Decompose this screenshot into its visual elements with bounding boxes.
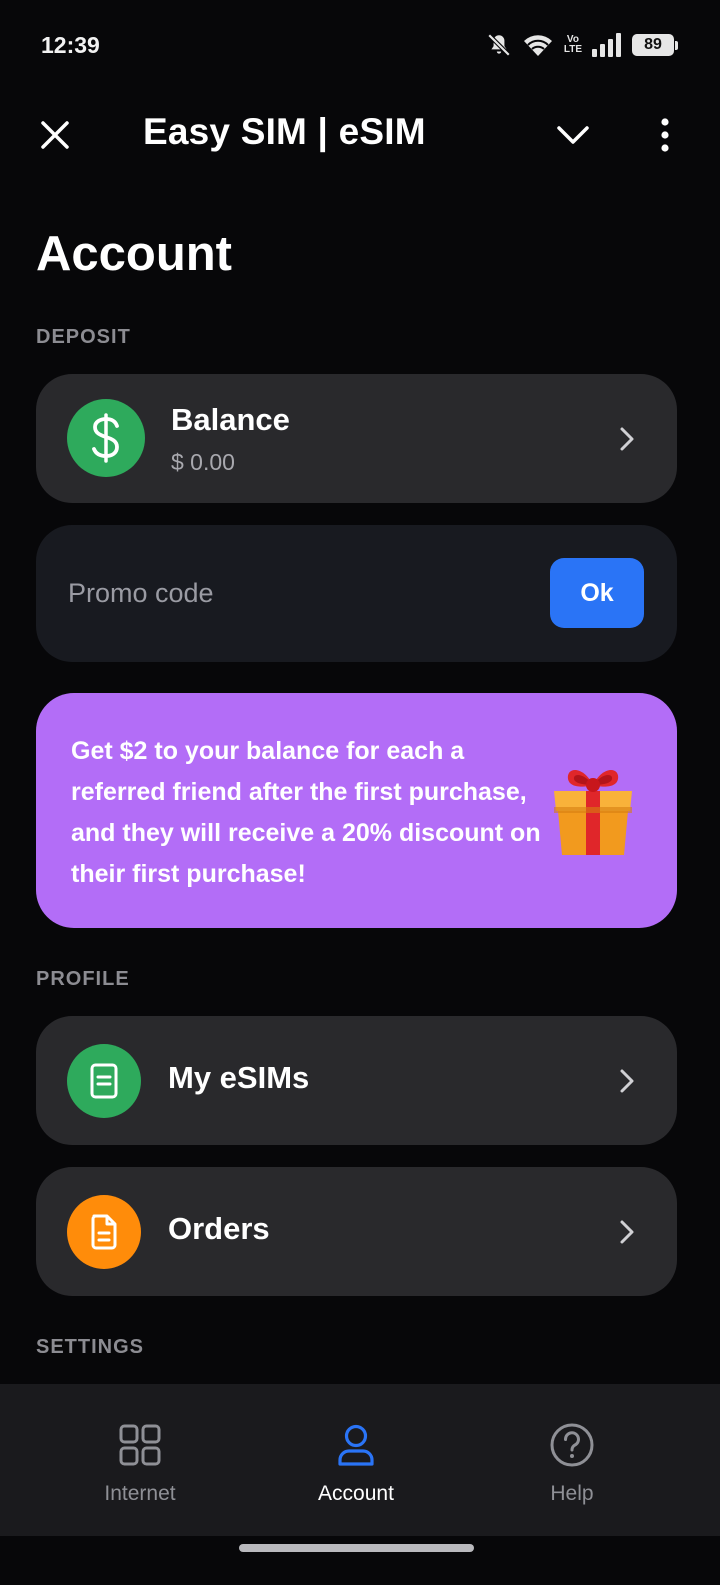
gift-icon (554, 769, 632, 855)
nav-internet[interactable]: Internet (40, 1384, 240, 1536)
dollar-icon (92, 413, 119, 463)
status-icons: Vo LTE 89 (486, 30, 678, 60)
document-icon (91, 1214, 117, 1250)
promo-ok-button[interactable]: Ok (550, 558, 644, 628)
help-circle-icon (549, 1422, 595, 1468)
bell-off-icon (487, 33, 511, 57)
sim-card-icon (90, 1063, 118, 1099)
my-esims-row[interactable]: My eSIMs (36, 1016, 677, 1145)
settings-section-label: SETTINGS (36, 1336, 145, 1358)
status-bar: 12:39 Vo LTE 89 (0, 0, 720, 90)
battery-level: 89 (632, 34, 674, 56)
expand-button[interactable] (548, 110, 598, 160)
promo-code-input[interactable] (68, 568, 538, 618)
chevron-right-icon (615, 1220, 639, 1244)
chevron-right-icon (615, 427, 639, 451)
nav-account-label: Account (318, 1482, 394, 1505)
grid-icon (117, 1422, 163, 1468)
user-icon (333, 1422, 379, 1468)
home-indicator[interactable] (239, 1544, 474, 1552)
referral-text: Get $2 to your balance for each a referr… (71, 737, 541, 888)
battery-icon: 89 (632, 34, 678, 56)
signal-icon (592, 33, 621, 57)
orders-icon-circle (67, 1195, 141, 1269)
status-time: 12:39 (41, 32, 100, 58)
volte-icon: Vo LTE (563, 34, 582, 55)
chevron-right-icon (615, 1069, 639, 1093)
app-bar: Easy SIM | eSIM (0, 95, 720, 175)
deposit-section-label: DEPOSIT (36, 326, 131, 348)
balance-amount: $ 0.00 (171, 449, 235, 475)
nav-help[interactable]: Help (472, 1384, 672, 1536)
my-esims-icon-circle (67, 1044, 141, 1118)
chevron-down-icon (557, 126, 589, 144)
orders-label: Orders (168, 1211, 270, 1246)
app-title: Easy SIM | eSIM (143, 111, 426, 152)
promo-card: Ok (36, 525, 677, 662)
page-title: Account (36, 227, 232, 281)
nav-internet-label: Internet (104, 1482, 176, 1505)
balance-title: Balance (171, 402, 290, 437)
balance-card[interactable]: Balance $ 0.00 (36, 374, 677, 503)
profile-section-label: PROFILE (36, 968, 130, 990)
nav-account[interactable]: Account (256, 1384, 456, 1536)
orders-row[interactable]: Orders (36, 1167, 677, 1296)
more-vert-icon (661, 118, 669, 152)
more-options-button[interactable] (645, 110, 685, 160)
bottom-navigation: Internet Account Help (0, 1384, 720, 1536)
my-esims-label: My eSIMs (168, 1060, 310, 1095)
close-button[interactable] (30, 110, 80, 160)
referral-banner[interactable]: Get $2 to your balance for each a referr… (36, 693, 677, 928)
balance-icon-circle (67, 399, 145, 477)
close-icon (41, 121, 69, 149)
nav-help-label: Help (550, 1482, 594, 1505)
wifi-icon (523, 35, 552, 56)
